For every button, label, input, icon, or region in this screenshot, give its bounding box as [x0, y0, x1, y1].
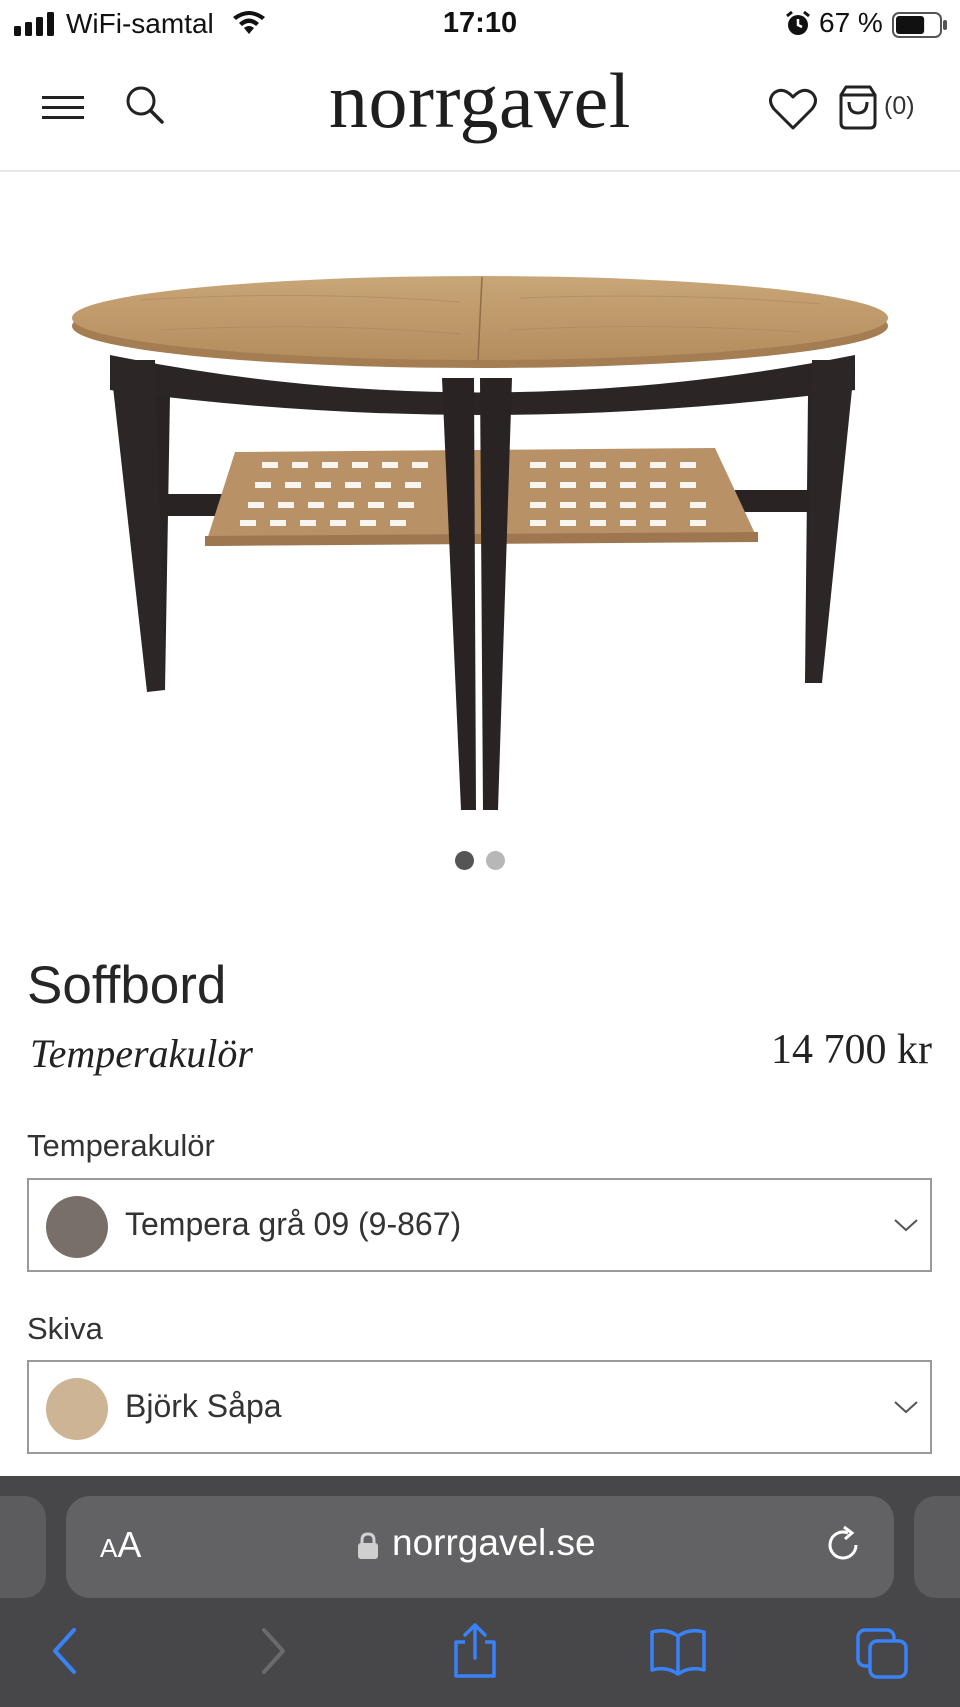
option-label-color: Temperakulör [27, 1128, 215, 1163]
color-select-value: Tempera grå 09 (9-867) [125, 1206, 462, 1242]
previous-tab-preview[interactable] [0, 1496, 46, 1598]
top-select[interactable]: Björk Såpa [27, 1360, 932, 1454]
product-subtitle: Temperakulör [30, 1031, 253, 1076]
battery-percentage: 67 % [819, 7, 883, 38]
heart-icon[interactable] [768, 86, 818, 132]
next-tab-preview[interactable] [914, 1496, 960, 1598]
cart-count[interactable]: (0) [884, 92, 915, 121]
option-label-top: Skiva [27, 1311, 103, 1346]
top-select-value: Björk Såpa [125, 1388, 282, 1424]
tabs-icon[interactable] [854, 1626, 910, 1680]
color-select[interactable]: Tempera grå 09 (9-867) [27, 1178, 932, 1272]
forward-icon [262, 1628, 285, 1674]
color-swatch [46, 1196, 108, 1258]
chevron-down-icon [894, 1219, 918, 1232]
site-header: norrgavel (0) [0, 52, 960, 172]
gallery-dot[interactable] [486, 851, 505, 870]
status-bar: WiFi-samtal 17:10 67 % [0, 0, 960, 50]
share-icon[interactable] [450, 1622, 500, 1680]
reload-icon[interactable] [824, 1524, 864, 1566]
battery-icon [892, 12, 947, 38]
url-text[interactable]: norrgavel.se [392, 1522, 596, 1564]
product-price: 14 700 kr [771, 1027, 932, 1073]
product-image[interactable] [0, 174, 960, 864]
chevron-down-icon [894, 1401, 918, 1414]
clock: 17:10 [442, 7, 518, 39]
bookmarks-icon[interactable] [648, 1626, 708, 1676]
gallery-dot[interactable] [455, 851, 474, 870]
address-bar[interactable]: AA norrgavel.se [66, 1496, 894, 1598]
browser-toolbar: AA norrgavel.se [0, 1476, 960, 1707]
alarm-icon [786, 10, 810, 35]
lock-icon [358, 1532, 378, 1559]
product-title: Soffbord [27, 956, 227, 1015]
reader-settings-button[interactable]: AA [100, 1524, 141, 1566]
shopping-bag-icon[interactable] [834, 82, 884, 132]
color-swatch [46, 1378, 108, 1440]
back-icon[interactable] [50, 1626, 80, 1676]
gallery-pagination [0, 851, 960, 871]
